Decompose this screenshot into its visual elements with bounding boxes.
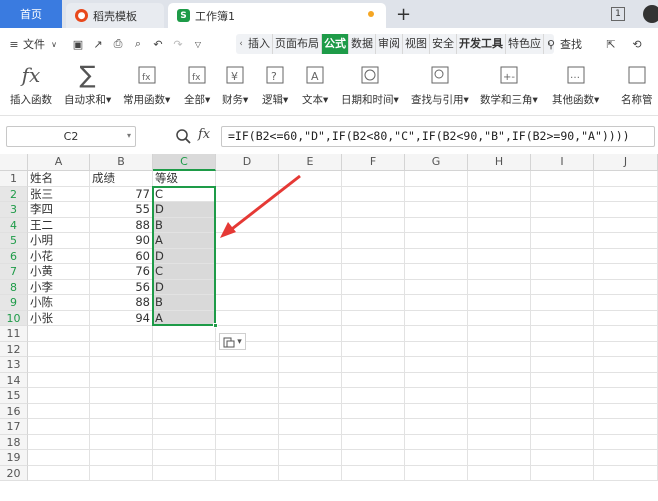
annotation-arrow bbox=[220, 174, 301, 238]
